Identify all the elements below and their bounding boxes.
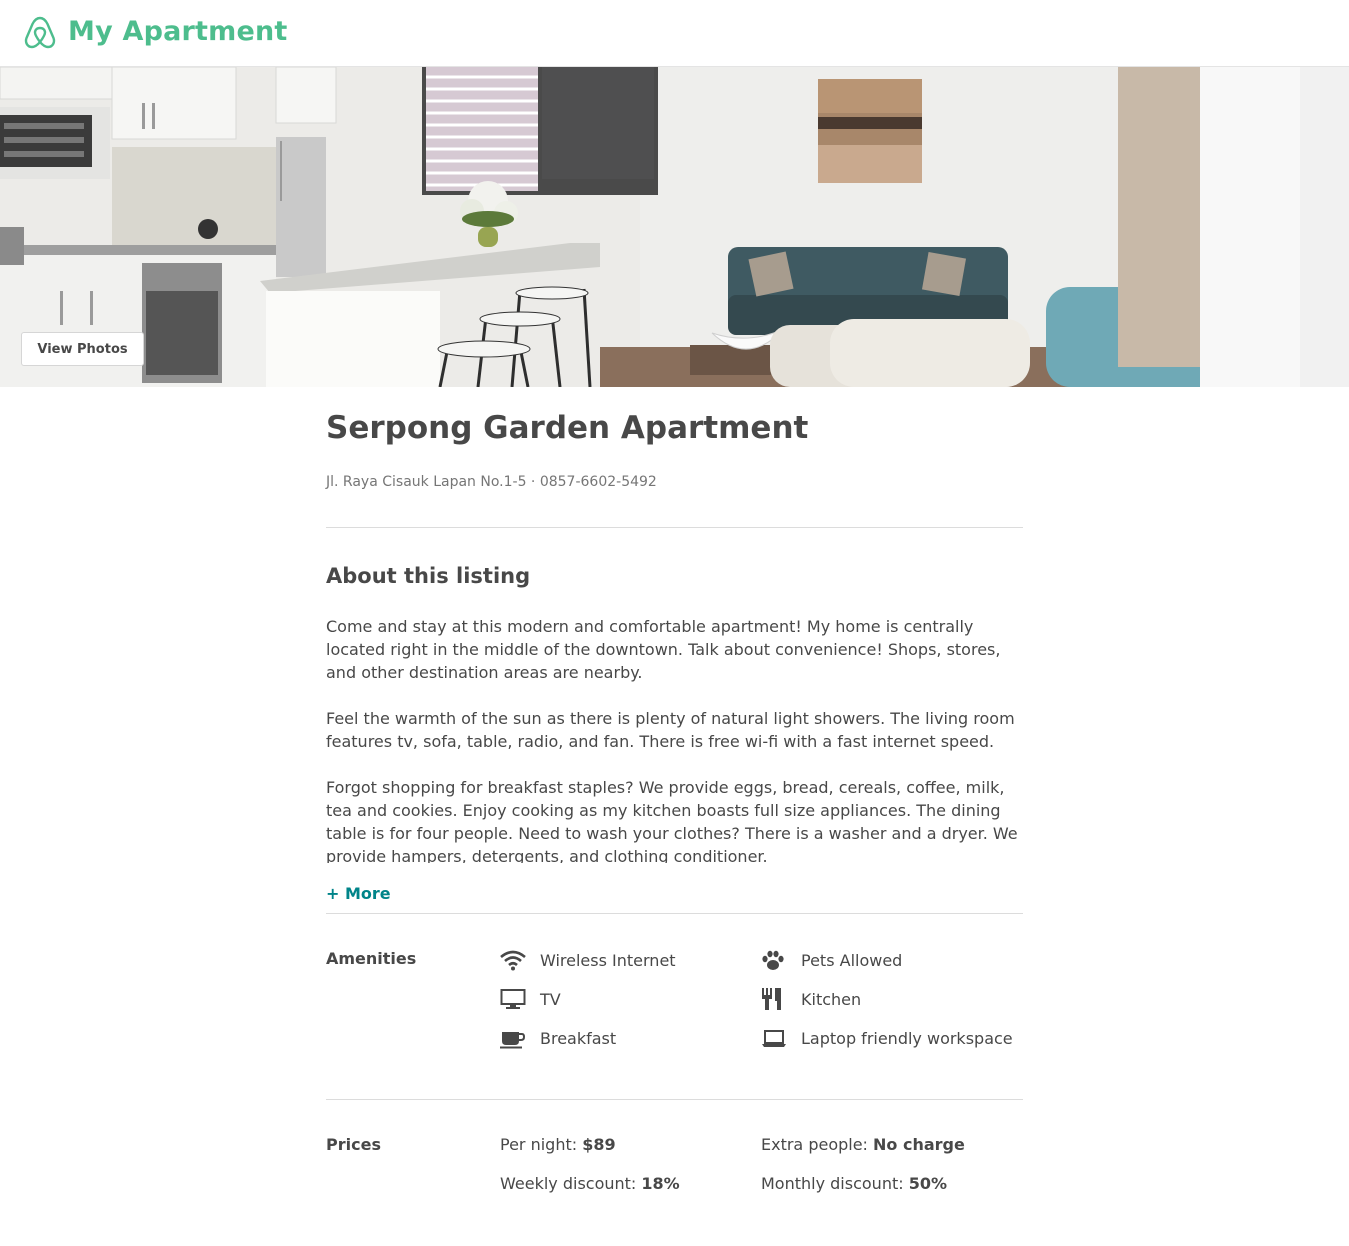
price-per-night: Per night: $89: [500, 1135, 616, 1154]
amenity-breakfast: Breakfast: [500, 1026, 616, 1050]
more-link[interactable]: + More: [326, 884, 391, 903]
amenity-wireless-internet: Wireless Internet: [500, 948, 676, 972]
listing-address: Jl. Raya Cisauk Lapan No.1-5 · 0857-6602…: [326, 474, 657, 490]
tv-icon: [500, 987, 528, 1011]
laptop-icon: [761, 1026, 789, 1050]
hero-photo[interactable]: View Photos: [0, 67, 1349, 387]
price-extra-people-label: Extra people:: [761, 1135, 874, 1154]
price-weekly-discount: Weekly discount: 18%: [500, 1174, 680, 1193]
prices-label: Prices: [326, 1135, 381, 1154]
price-monthly-discount: Monthly discount: 50%: [761, 1174, 947, 1193]
price-weekly-discount-label: Weekly discount:: [500, 1174, 642, 1193]
description-paragraph: Feel the warmth of the sun as there is p…: [326, 709, 1015, 751]
wifi-icon: [500, 948, 528, 972]
amenities-label: Amenities: [326, 949, 417, 968]
about-heading: About this listing: [326, 564, 531, 588]
price-monthly-discount-label: Monthly discount:: [761, 1174, 909, 1193]
airbnb-belo-icon[interactable]: [22, 14, 58, 52]
coffee-cup-icon: [500, 1026, 528, 1050]
apartment-photo: [0, 67, 1349, 387]
price-extra-people: Extra people: No charge: [761, 1135, 965, 1154]
top-navbar: My Apartment: [0, 0, 1349, 67]
amenity-label: Laptop friendly workspace: [801, 1028, 1013, 1048]
amenity-label: Pets Allowed: [801, 950, 903, 970]
amenity-label: Kitchen: [801, 989, 862, 1009]
description-paragraph: Forgot shopping for breakfast staples? W…: [326, 778, 1018, 863]
listing-description: Come and stay at this modern and comfort…: [326, 615, 1023, 863]
price-per-night-label: Per night:: [500, 1135, 583, 1154]
divider: [326, 913, 1023, 914]
amenity-laptop-workspace: Laptop friendly workspace: [761, 1026, 1013, 1050]
view-photos-button[interactable]: View Photos: [21, 332, 144, 366]
divider: [326, 527, 1023, 528]
description-paragraph: Come and stay at this modern and comfort…: [326, 617, 1001, 682]
amenity-tv: TV: [500, 987, 561, 1011]
brand-title[interactable]: My Apartment: [68, 16, 288, 47]
amenity-label: Breakfast: [540, 1028, 617, 1048]
amenity-pets-allowed: Pets Allowed: [761, 948, 902, 972]
price-extra-people-value: No charge: [873, 1135, 965, 1154]
price-weekly-discount-value: 18%: [641, 1174, 680, 1193]
price-per-night-value: $89: [582, 1135, 616, 1154]
paw-icon: [761, 948, 789, 972]
listing-title: Serpong Garden Apartment: [326, 410, 809, 446]
amenity-label: TV: [540, 989, 561, 1009]
amenity-label: Wireless Internet: [540, 950, 676, 970]
divider: [326, 1099, 1023, 1100]
cutlery-icon: [761, 987, 789, 1011]
amenity-kitchen: Kitchen: [761, 987, 861, 1011]
price-monthly-discount-value: 50%: [908, 1174, 947, 1193]
